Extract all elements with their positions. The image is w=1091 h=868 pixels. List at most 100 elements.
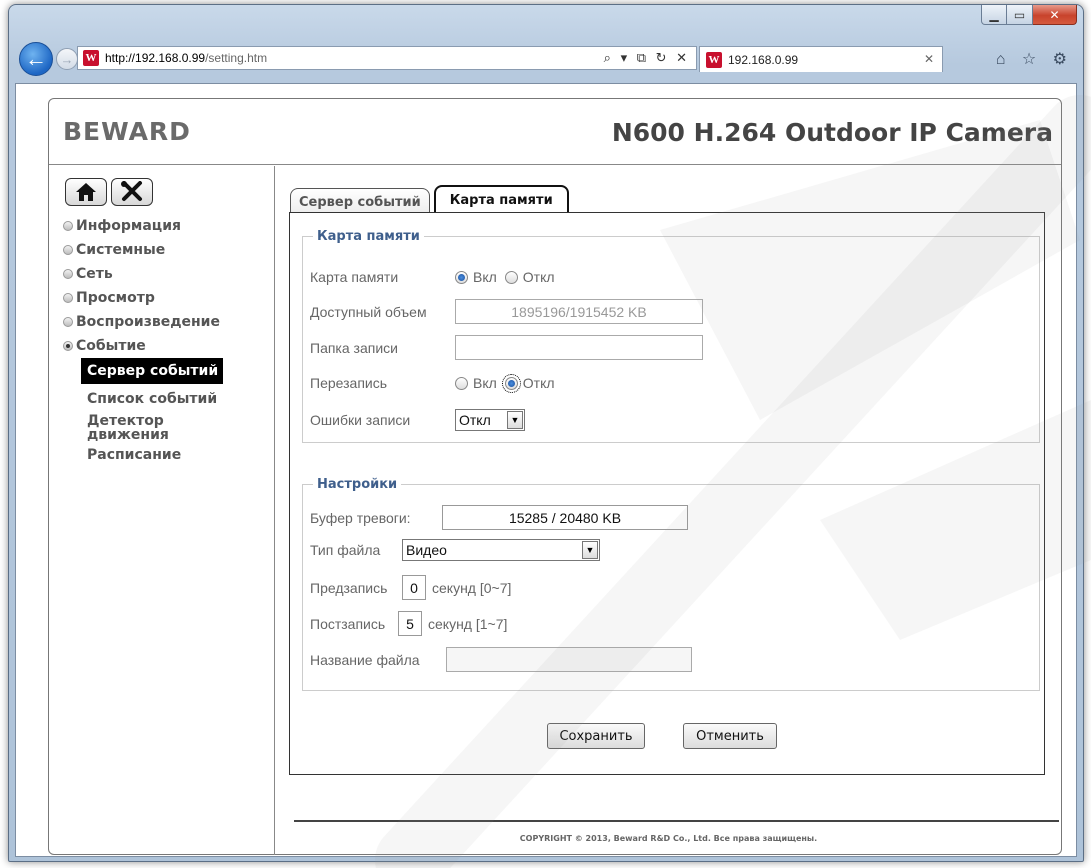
- address-bar[interactable]: W http://192.168.0.99/setting.htm ⌕ ▾ ⧉ …: [77, 46, 697, 70]
- radio-icon[interactable]: [455, 376, 468, 390]
- browser-tab[interactable]: W 192.168.0.99 ✕: [699, 46, 943, 72]
- arrow-right-icon: →: [60, 51, 74, 67]
- memory-card-row: Карта памяти Вкл Откл: [310, 269, 563, 285]
- radio-checked-icon[interactable]: [501, 373, 521, 393]
- sidebar-item-label: Системные: [76, 242, 166, 258]
- url-path: /setting.htm: [205, 51, 268, 65]
- camera-page: BEWARD N600 H.264 Outdoor IP Camera Инфо…: [48, 98, 1062, 855]
- folder-row: Папка записи: [310, 335, 703, 360]
- sidebar-item-label: Воспроизведение: [76, 314, 220, 330]
- cancel-button[interactable]: Отменить: [683, 723, 777, 749]
- record-errors-select[interactable]: Откл ▼: [455, 409, 525, 431]
- available-space-field: 1895196/1915452 KB: [455, 299, 703, 324]
- memory-card-off-option[interactable]: Откл: [504, 269, 555, 285]
- home-button[interactable]: [65, 178, 107, 206]
- expanded-bullet-icon: [63, 341, 73, 351]
- bullet-icon: [63, 269, 73, 279]
- prerecord-unit: секунд [0~7]: [432, 579, 512, 596]
- overwrite-off-option[interactable]: Откл: [501, 373, 555, 393]
- save-button[interactable]: Сохранить: [547, 723, 645, 749]
- bullet-icon: [63, 317, 73, 327]
- radio-label: Откл: [522, 269, 555, 285]
- sidebar-item-label: Информация: [76, 218, 181, 234]
- settings-button[interactable]: [111, 178, 153, 206]
- window-controls: ▁ ▭ ✕: [981, 5, 1077, 25]
- overwrite-label: Перезапись: [310, 375, 388, 391]
- settings-tabs: Сервер событий Карта памяти: [290, 184, 573, 216]
- arrow-left-icon: ←: [25, 46, 47, 71]
- copyright-text: COPYRIGHT © 2013, Beward R&D Co., Ltd. В…: [519, 834, 818, 843]
- maximize-button[interactable]: ▭: [1007, 5, 1033, 25]
- available-row: Доступный объем 1895196/1915452 KB: [310, 299, 703, 324]
- minimize-button[interactable]: ▁: [981, 5, 1007, 25]
- browser-toolbar-icons[interactable]: ⌂ ☆ ⚙: [996, 49, 1073, 69]
- file-type-select[interactable]: Видео ▼: [402, 539, 600, 561]
- address-tools-icon[interactable]: ⌕ ▾ ⧉ ↻ ✕: [604, 50, 690, 66]
- postrecord-input[interactable]: 5: [398, 611, 422, 636]
- memory-card-legend: Карта памяти: [317, 229, 420, 244]
- sidebar-item-event[interactable]: Событие: [63, 334, 273, 358]
- event-subnav: Сервер событий Список событий Детектор д…: [81, 358, 273, 464]
- radio-label: Вкл: [473, 269, 497, 285]
- home-icon: [76, 183, 96, 201]
- available-label: Доступный объем: [310, 303, 427, 320]
- browser-navbar: ← → W http://192.168.0.99/setting.htm ⌕ …: [9, 35, 1083, 83]
- buffer-label: Буфер тревоги:: [310, 509, 411, 526]
- settings-legend: Настройки: [317, 477, 398, 492]
- filename-row: Название файла: [310, 647, 692, 672]
- sidebar-item-network[interactable]: Сеть: [63, 262, 273, 286]
- sidebar: Информация Системные Сеть Просмотр Воспр…: [49, 166, 275, 855]
- overwrite-row: Перезапись Вкл Откл: [310, 373, 563, 393]
- postrecord-label: Постзапись: [310, 615, 386, 632]
- sidebar-item-playback[interactable]: Воспроизведение: [63, 310, 273, 334]
- prerecord-input[interactable]: 0: [402, 575, 426, 600]
- radio-checked-icon[interactable]: [455, 270, 468, 284]
- prerecord-label: Предзапись: [310, 579, 388, 596]
- bullet-icon: [63, 245, 73, 255]
- main-content: Сервер событий Карта памяти Карта памяти…: [276, 166, 1061, 855]
- sidebar-icon-row: [65, 178, 153, 206]
- sidebar-subitem-motion-detector[interactable]: Детектор движения: [87, 412, 187, 444]
- prerecord-row: Предзапись 0 секунд [0~7]: [310, 575, 511, 600]
- bullet-icon: [63, 293, 73, 303]
- overwrite-on-option[interactable]: Вкл: [455, 375, 497, 391]
- forward-button[interactable]: →: [56, 48, 78, 70]
- tab-close-icon[interactable]: ✕: [924, 52, 934, 66]
- settings-panel: Карта памяти Карта памяти Вкл Откл Досту…: [289, 212, 1045, 775]
- sidebar-item-label: Просмотр: [76, 290, 155, 306]
- radio-icon[interactable]: [504, 270, 518, 284]
- radio-label: Откл: [522, 375, 555, 391]
- memory-card-on-option[interactable]: Вкл: [455, 269, 497, 285]
- sidebar-item-label: Событие: [76, 338, 146, 354]
- dropdown-arrow-icon[interactable]: ▼: [507, 411, 523, 429]
- bullet-icon: [63, 221, 73, 231]
- dropdown-arrow-icon[interactable]: ▼: [582, 541, 598, 559]
- radio-label: Вкл: [473, 375, 497, 391]
- sidebar-item-system[interactable]: Системные: [63, 238, 273, 262]
- sidebar-subitem-event-server[interactable]: Сервер событий: [81, 358, 223, 384]
- tab-event-server[interactable]: Сервер событий: [290, 188, 430, 215]
- memory-card-label: Карта памяти: [310, 269, 399, 285]
- filetype-label: Тип файла: [310, 542, 381, 558]
- url-text[interactable]: http://192.168.0.99/setting.htm: [105, 51, 267, 65]
- beward-logo: BEWARD: [63, 117, 191, 146]
- sidebar-item-label: Сеть: [76, 266, 113, 282]
- site-favicon-icon: W: [83, 50, 99, 66]
- filename-label: Название файла: [310, 651, 420, 668]
- filetype-row: Тип файла Видео ▼: [310, 539, 600, 561]
- close-window-button[interactable]: ✕: [1033, 5, 1077, 25]
- sidebar-item-info[interactable]: Информация: [63, 214, 273, 238]
- file-name-field[interactable]: [446, 647, 692, 672]
- browser-window: ▁ ▭ ✕ ← → W http://192.168.0.99/setting.…: [8, 4, 1084, 862]
- select-value: Видео: [406, 542, 447, 558]
- postrecord-row: Постзапись 5 секунд [1~7]: [310, 611, 507, 636]
- errors-label: Ошибки записи: [310, 412, 411, 428]
- back-button[interactable]: ←: [19, 42, 53, 76]
- sidebar-subitem-schedule[interactable]: Расписание: [87, 446, 273, 464]
- sidebar-item-view[interactable]: Просмотр: [63, 286, 273, 310]
- record-folder-field[interactable]: [455, 335, 703, 360]
- select-value: Откл: [459, 412, 491, 428]
- errors-row: Ошибки записи Откл ▼: [310, 409, 525, 431]
- sidebar-subitem-event-list[interactable]: Список событий: [87, 390, 273, 408]
- browser-viewport: BEWARD N600 H.264 Outdoor IP Camera Инфо…: [15, 83, 1077, 857]
